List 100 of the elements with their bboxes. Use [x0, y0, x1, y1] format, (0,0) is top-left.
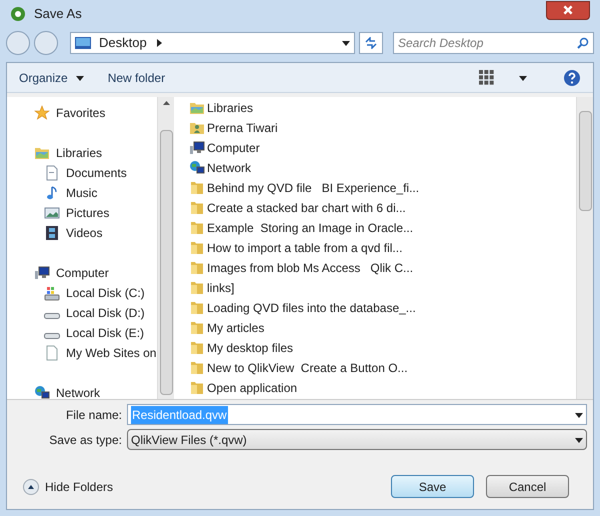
- file-list-item[interactable]: How to import a table from a qvd fil...: [189, 238, 576, 258]
- back-button[interactable]: [6, 31, 30, 55]
- search-icon: [577, 37, 589, 49]
- sidebar-group[interactable]: Computer: [7, 263, 157, 283]
- file-list-item[interactable]: links]: [189, 278, 576, 298]
- cancel-button[interactable]: Cancel: [486, 475, 569, 498]
- file-list-item[interactable]: Prerna Tiwari: [189, 118, 576, 138]
- library-folder-icon: [189, 100, 205, 116]
- file-name: Open application: [207, 380, 298, 397]
- save-button[interactable]: Save: [391, 475, 474, 498]
- folder-icon: [189, 240, 205, 256]
- file-name: How to import a table from a qvd fil...: [207, 240, 402, 257]
- window-title: Save As: [34, 5, 82, 24]
- file-list-item[interactable]: Open application: [189, 378, 576, 398]
- folder-icon: [189, 340, 205, 356]
- sidebar-group[interactable]: Favorites: [7, 103, 157, 123]
- file-name: Images from blob Ms Access Qlik C...: [207, 260, 414, 277]
- dropdown-caret-icon: [342, 39, 350, 47]
- file-name: Computer: [207, 140, 260, 157]
- organize-button[interactable]: Organize: [19, 68, 84, 86]
- sidebar-item-label: My Web Sites on: [66, 345, 156, 362]
- close-button[interactable]: [546, 0, 590, 20]
- system-drive-icon: [44, 285, 60, 301]
- picture-icon: [44, 205, 60, 221]
- file-list-item[interactable]: My desktop files: [189, 338, 576, 358]
- sidebar-item-label: Local Disk (D:): [66, 305, 145, 322]
- file-name-value: Residentload.qvw: [131, 406, 228, 424]
- help-icon: [563, 68, 581, 86]
- chevron-right-icon: [154, 39, 163, 47]
- drive-icon: [44, 313, 60, 319]
- file-list-item[interactable]: Computer: [189, 138, 576, 158]
- file-list-item[interactable]: New to QlikView Create a Button O...: [189, 358, 576, 378]
- scroll-up-arrow-icon[interactable]: [162, 101, 170, 105]
- file-list-item[interactable]: Network: [189, 158, 576, 178]
- folder-icon: [189, 280, 205, 296]
- sidebar-group-label: Libraries: [56, 145, 102, 162]
- close-icon: [562, 4, 574, 16]
- file-list-item[interactable]: Behind my QVD file BI Experience_fi...: [189, 178, 576, 198]
- film-icon: [44, 225, 60, 241]
- file-name: My articles: [207, 320, 264, 337]
- sidebar-group[interactable]: Libraries: [7, 143, 157, 163]
- document-icon: [44, 165, 60, 181]
- hide-folders-button[interactable]: Hide Folders: [23, 478, 114, 496]
- sidebar-item[interactable]: Music: [7, 183, 157, 203]
- file-list-item[interactable]: Images from blob Ms Access Qlik C...: [189, 258, 576, 278]
- file-list-item[interactable]: Loading QVD files into the database_...: [189, 298, 576, 318]
- folder-icon: [189, 380, 205, 396]
- desktop-icon: [75, 37, 91, 49]
- sidebar-item[interactable]: Videos: [7, 223, 157, 243]
- file-name-label: File name:: [64, 406, 123, 424]
- file-list-item[interactable]: Libraries: [189, 98, 576, 118]
- sidebar-item[interactable]: Local Disk (E:): [7, 323, 157, 343]
- folder-icon: [189, 180, 205, 196]
- sidebar-item[interactable]: Local Disk (D:): [7, 303, 157, 323]
- file-name: Loading QVD files into the database_...: [207, 300, 416, 317]
- dropdown-caret-icon: [575, 410, 583, 418]
- sidebar-item-label: Local Disk (C:): [66, 285, 145, 302]
- new-folder-button[interactable]: New folder: [108, 68, 166, 86]
- sidebar-item-label: Documents: [66, 165, 127, 182]
- file-list-item[interactable]: Example Storing an Image in Oracle...: [189, 218, 576, 238]
- folder-icon: [189, 360, 205, 376]
- file-list-scrollbar[interactable]: [576, 97, 593, 399]
- refresh-icon: [365, 37, 377, 49]
- sidebar-item-label: Videos: [66, 225, 102, 242]
- file-name: Behind my QVD file BI Experience_fi...: [207, 180, 420, 197]
- sidebar-scrollbar[interactable]: [157, 97, 174, 399]
- file-list-item[interactable]: My articles: [189, 318, 576, 338]
- file-name: New to QlikView Create a Button O...: [207, 360, 408, 377]
- sidebar-item[interactable]: Local Disk (C:): [7, 283, 157, 303]
- search-input[interactable]: Search Desktop: [398, 34, 577, 52]
- chevron-up-icon: [23, 478, 39, 494]
- dropdown-caret-icon: [575, 436, 583, 444]
- sidebar-group-label: Favorites: [56, 105, 106, 122]
- sidebar-item[interactable]: Pictures: [7, 203, 157, 223]
- folder-icon: [189, 220, 205, 236]
- folder-icon: [189, 260, 205, 276]
- sidebar-item[interactable]: My Web Sites on: [7, 343, 157, 363]
- computer-icon: [34, 265, 50, 281]
- library-folder-icon: [34, 145, 50, 161]
- save-type-dropdown[interactable]: QlikView Files (*.qvw): [127, 429, 587, 450]
- file-list-item[interactable]: Create a stacked bar chart with 6 di...: [189, 198, 576, 218]
- refresh-button[interactable]: [359, 32, 383, 54]
- view-grid-icon: [479, 70, 495, 86]
- forward-button[interactable]: [34, 31, 58, 55]
- sidebar-item-label: Music: [66, 185, 98, 202]
- file-name: links]: [207, 280, 234, 297]
- file-name: Prerna Tiwari: [207, 120, 278, 137]
- drive-icon: [44, 333, 60, 339]
- file-name: Create a stacked bar chart with 6 di...: [207, 200, 406, 217]
- app-logo-icon: [10, 6, 26, 22]
- folder-icon: [189, 300, 205, 316]
- sidebar-group[interactable]: Network: [7, 383, 157, 399]
- address-bar[interactable]: Desktop: [70, 32, 355, 54]
- sidebar-item[interactable]: Documents: [7, 163, 157, 183]
- dropdown-caret-icon: [519, 74, 527, 82]
- save-type-label: Save as type:: [48, 432, 123, 448]
- search-field[interactable]: Search Desktop: [393, 32, 594, 54]
- sidebar-group-label: Computer: [56, 265, 109, 282]
- sidebar-item-label: Pictures: [66, 205, 110, 222]
- file-name: My desktop files: [207, 340, 294, 357]
